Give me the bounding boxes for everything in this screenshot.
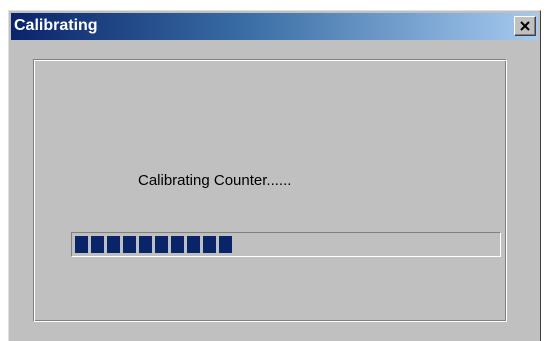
progress-segment [107,236,120,253]
progress-segment [139,236,152,253]
calibration-progress-bar [71,232,501,257]
calibrating-dialog: Calibrating Calibrating Counter...... [8,10,541,341]
calibration-group-box: Calibrating Counter...... [33,59,507,322]
progress-segment [155,236,168,253]
title-bar[interactable]: Calibrating [11,13,538,40]
close-button[interactable] [514,16,536,36]
progress-segment [203,236,216,253]
progress-segment [91,236,104,253]
window-title: Calibrating [14,17,98,34]
progress-segment [219,236,232,253]
progress-segment [187,236,200,253]
progress-segment [123,236,136,253]
close-icon [520,21,530,31]
progress-segment [75,236,88,253]
dialog-client-area: Calibrating Counter...... [9,42,540,341]
calibration-status-text: Calibrating Counter...... [138,172,292,189]
progress-track [75,236,497,253]
progress-segment [171,236,184,253]
